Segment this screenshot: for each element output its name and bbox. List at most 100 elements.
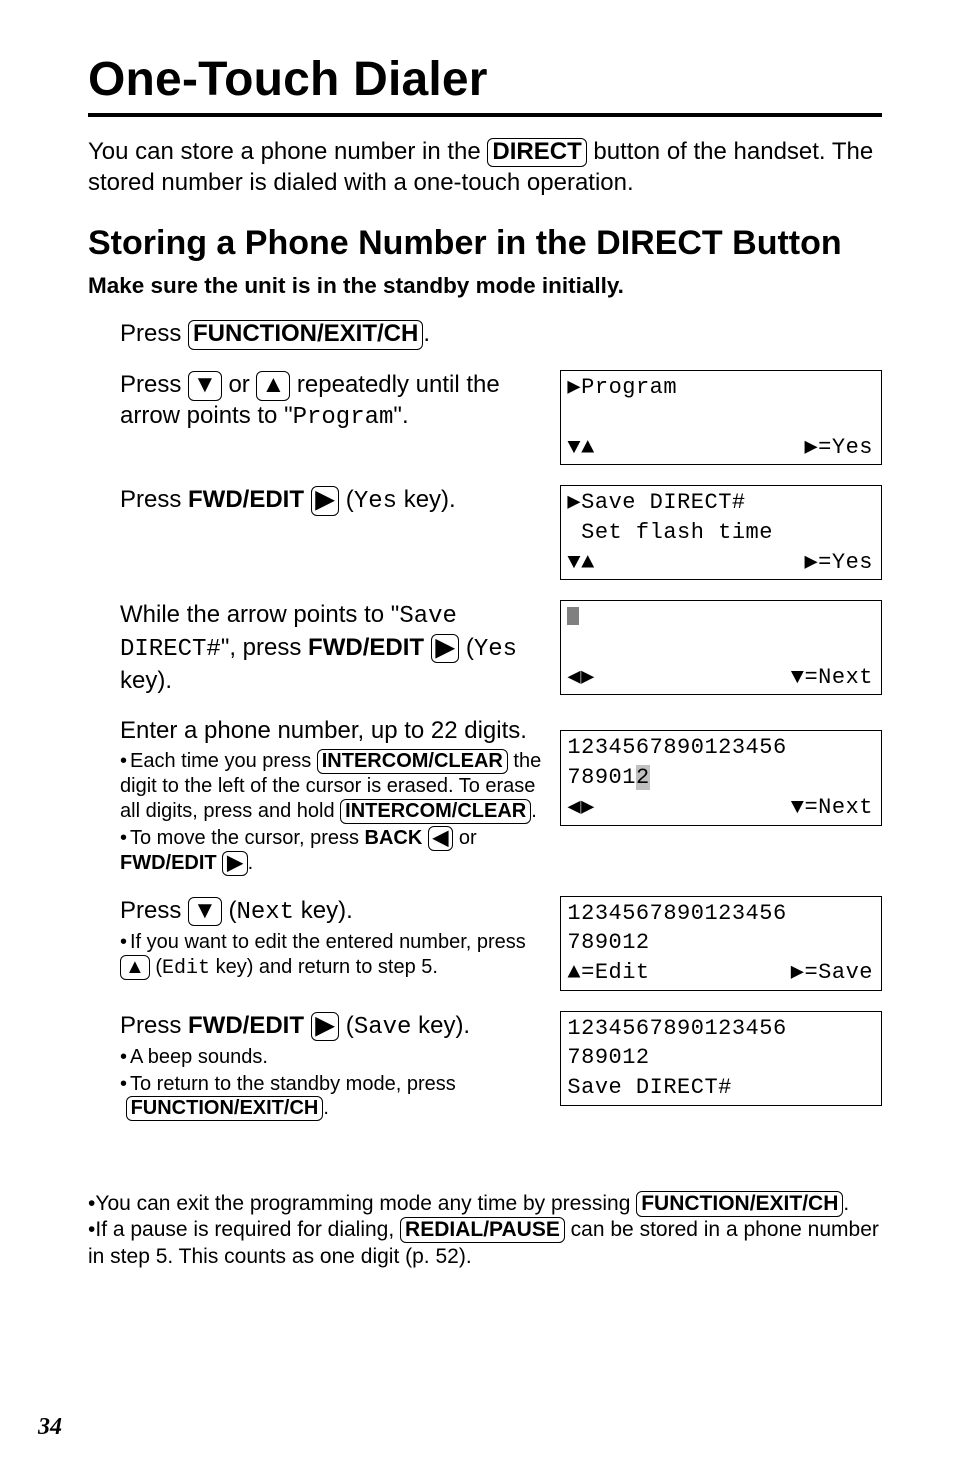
step-5: Enter a phone number, up to 22 digits. •… bbox=[88, 716, 882, 875]
step6-s1a: If you want to edit the entered number, … bbox=[130, 931, 526, 953]
intercom-clear-ref-1: INTERCOM/CLEAR bbox=[317, 749, 508, 774]
lcd3-nav: ◀▶ bbox=[567, 663, 595, 693]
step1-a: Press bbox=[120, 320, 188, 347]
intercom-clear-ref-2: INTERCOM/CLEAR bbox=[340, 799, 531, 824]
note2-a: If a pause is required for dialing, bbox=[95, 1218, 400, 1241]
step5-s1c: . bbox=[531, 800, 537, 822]
lcd6-line2: 789012 bbox=[567, 1043, 873, 1073]
lcd-display-1: ▶Program ▼▲ ▶=Yes bbox=[560, 370, 882, 465]
precondition: Make sure the unit is in the standby mod… bbox=[88, 273, 882, 299]
lcd2-line1: ▶Save DIRECT# bbox=[567, 488, 873, 518]
lcd5-edit: ▲=Edit bbox=[567, 958, 649, 988]
up-arrow-key: ▲ bbox=[256, 371, 290, 400]
lcd2-nav: ▼▲ bbox=[567, 548, 594, 578]
step4-b: ", press bbox=[221, 634, 308, 661]
title-rule bbox=[88, 113, 882, 117]
step3-yes: Yes bbox=[354, 488, 397, 515]
step3-c: key). bbox=[397, 486, 456, 513]
step6-b: ( bbox=[222, 897, 237, 924]
step-2: Press ▼ or ▲ repeatedly until the arrow … bbox=[88, 370, 882, 465]
function-exit-ch-ref-2: FUNCTION/EXIT/CH bbox=[126, 1096, 324, 1121]
step2-program-word: Program bbox=[293, 404, 394, 431]
step5-s1a: Each time you press bbox=[130, 750, 317, 772]
step4-a: While the arrow points to " bbox=[120, 601, 399, 628]
step5-s2a: To move the cursor, press bbox=[130, 827, 365, 849]
up-arrow-key-2: ▲ bbox=[120, 955, 150, 980]
step7-s1: A beep sounds. bbox=[130, 1046, 268, 1068]
step2-d: ". bbox=[393, 402, 408, 429]
function-exit-ch-button-ref: FUNCTION/EXIT/CH bbox=[188, 320, 423, 349]
lcd6-line3: Save DIRECT# bbox=[567, 1073, 873, 1103]
step5-s2b: or bbox=[453, 827, 476, 849]
lcd1-yes: ▶=Yes bbox=[804, 433, 873, 463]
step-1: Press FUNCTION/EXIT/CH. bbox=[88, 319, 882, 350]
step6-c: key). bbox=[294, 897, 353, 924]
redial-pause-ref: REDIAL/PAUSE bbox=[400, 1217, 565, 1243]
step7-b: ( bbox=[339, 1012, 354, 1039]
lcd4-nav: ◀▶ bbox=[567, 793, 595, 823]
lcd2-line2: Set flash time bbox=[567, 518, 873, 548]
step7-a: Press bbox=[120, 1012, 188, 1039]
step5-s2c: . bbox=[248, 852, 254, 874]
step2-a: Press bbox=[120, 371, 188, 398]
lcd4-line1: 1234567890123456 bbox=[567, 733, 873, 763]
page-title: One-Touch Dialer bbox=[88, 52, 882, 107]
step3-fwdedit: FWD/EDIT bbox=[188, 486, 304, 513]
note1-a: You can exit the programming mode any ti… bbox=[95, 1192, 636, 1215]
step3-b: ( bbox=[339, 486, 354, 513]
down-arrow-key-2: ▼ bbox=[188, 897, 222, 926]
right-arrow-key-2: ▶ bbox=[431, 634, 459, 663]
lcd3-cursor bbox=[567, 607, 579, 625]
right-arrow-key: ▶ bbox=[311, 486, 339, 515]
step7-s2a: To return to the standby mode, press bbox=[130, 1073, 456, 1095]
lcd6-line1: 1234567890123456 bbox=[567, 1014, 873, 1044]
step7-s2b: . bbox=[323, 1097, 329, 1119]
note1-b: . bbox=[843, 1192, 849, 1215]
lcd4-next: ▼=Next bbox=[791, 793, 873, 823]
step4-d: key). bbox=[120, 667, 172, 694]
lcd1-line1: ▶Program bbox=[567, 373, 873, 403]
left-arrow-key: ◀ bbox=[428, 826, 453, 851]
step5-back: BACK bbox=[365, 827, 423, 849]
step5-fwdedit: FWD/EDIT bbox=[120, 852, 217, 874]
page-number: 34 bbox=[38, 1414, 62, 1441]
step6-edit: Edit bbox=[162, 957, 210, 980]
lcd5-line2: 789012 bbox=[567, 928, 873, 958]
intro-text-a: You can store a phone number in the bbox=[88, 138, 487, 165]
lcd5-save: ▶=Save bbox=[791, 958, 873, 988]
lcd-display-6: 1234567890123456 789012 Save DIRECT# bbox=[560, 1011, 882, 1106]
lcd3-next: ▼=Next bbox=[791, 663, 873, 693]
lcd-display-4: 1234567890123456 789012 ◀▶ ▼=Next bbox=[560, 730, 882, 825]
step3-a: Press bbox=[120, 486, 188, 513]
function-exit-ch-ref-3: FUNCTION/EXIT/CH bbox=[636, 1191, 843, 1217]
step1-b: . bbox=[423, 320, 430, 347]
step-6: Press ▼ (Next key). •If you want to edit… bbox=[88, 896, 882, 991]
step6-next: Next bbox=[236, 899, 294, 926]
right-arrow-key-3: ▶ bbox=[222, 851, 247, 876]
step7-c: key). bbox=[411, 1012, 470, 1039]
lcd4-line2: 78901 bbox=[567, 765, 636, 790]
intro-paragraph: You can store a phone number in the DIRE… bbox=[88, 137, 882, 198]
lcd-display-5: 1234567890123456 789012 ▲=Edit ▶=Save bbox=[560, 896, 882, 991]
direct-button-ref: DIRECT bbox=[487, 138, 586, 167]
lcd5-line1: 1234567890123456 bbox=[567, 899, 873, 929]
right-arrow-key-4: ▶ bbox=[311, 1012, 339, 1041]
lcd4-cursor-digit: 2 bbox=[636, 765, 650, 790]
lcd-display-2: ▶Save DIRECT# Set flash time ▼▲ ▶=Yes bbox=[560, 485, 882, 580]
step6-s1b: ( bbox=[150, 956, 162, 978]
step4-fwdedit: FWD/EDIT bbox=[308, 634, 424, 661]
step4-c: ( bbox=[459, 634, 474, 661]
step7-fwdedit: FWD/EDIT bbox=[188, 1012, 304, 1039]
step-3: Press FWD/EDIT ▶ (Yes key). ▶Save DIRECT… bbox=[88, 485, 882, 580]
footer-notes: •You can exit the programming mode any t… bbox=[88, 1191, 882, 1270]
down-arrow-key: ▼ bbox=[188, 371, 222, 400]
lcd1-nav: ▼▲ bbox=[567, 433, 594, 463]
lcd-display-3: ◀▶ ▼=Next bbox=[560, 600, 882, 695]
step-7: Press FWD/EDIT ▶ (Save key). •A beep sou… bbox=[88, 1011, 882, 1122]
step5-main: Enter a phone number, up to 22 digits. bbox=[120, 716, 550, 747]
section-heading: Storing a Phone Number in the DIRECT But… bbox=[88, 224, 882, 263]
step6-s1c: key) and return to step 5. bbox=[210, 956, 438, 978]
step6-a: Press bbox=[120, 897, 188, 924]
step4-yes: Yes bbox=[474, 636, 517, 663]
lcd2-yes: ▶=Yes bbox=[804, 548, 873, 578]
